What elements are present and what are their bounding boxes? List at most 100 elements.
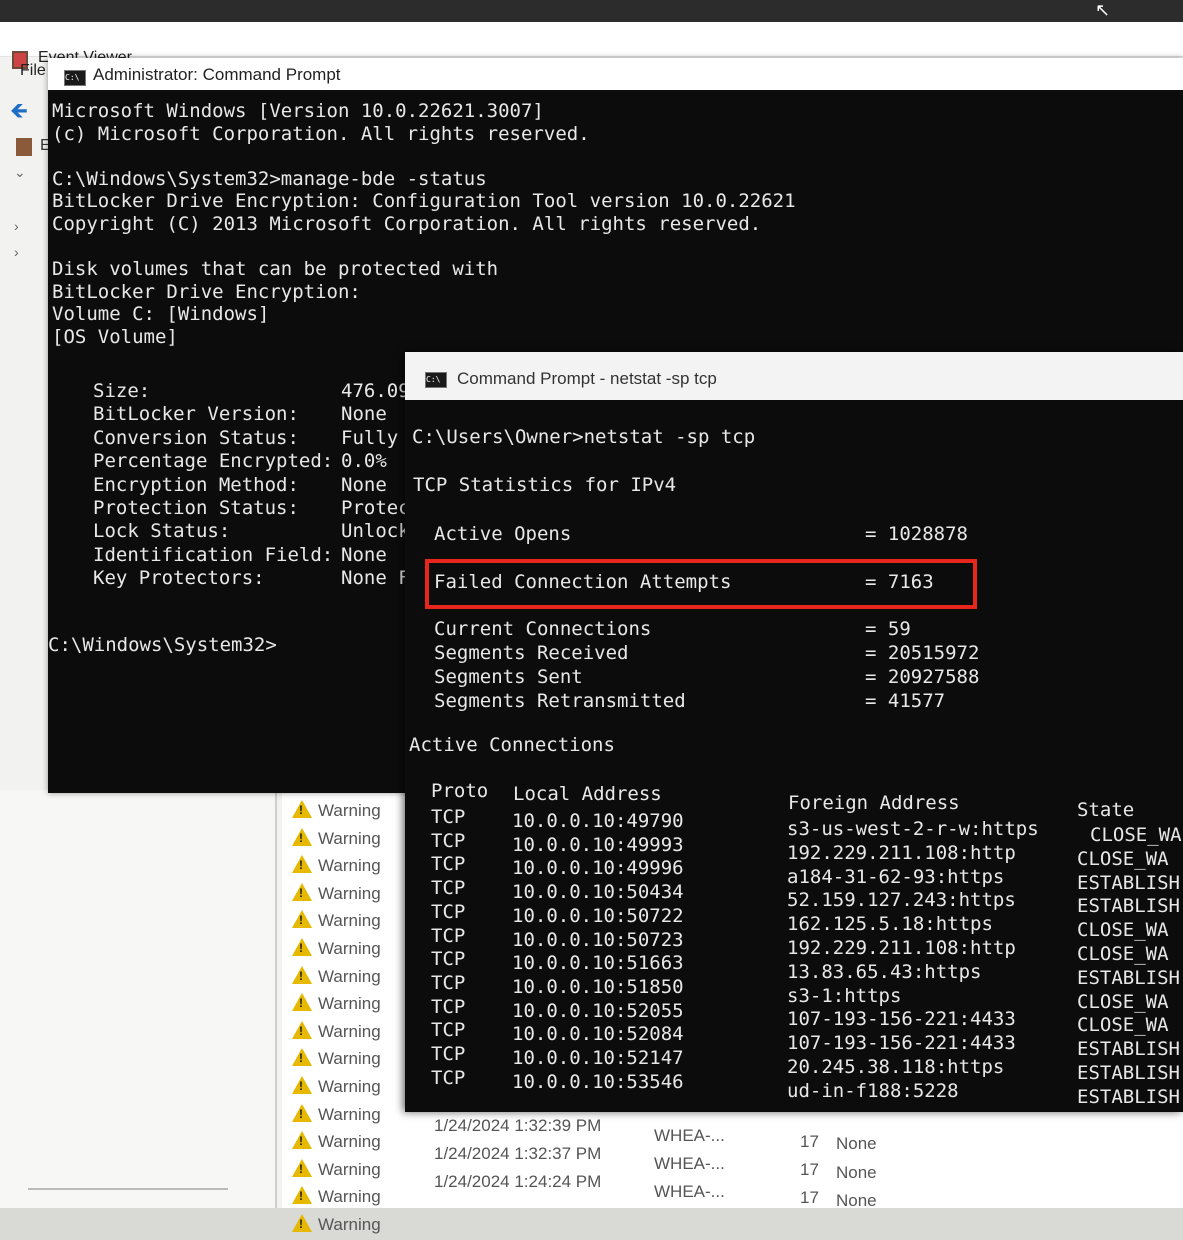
chevron-down-icon[interactable]: ⌄: [14, 164, 26, 181]
connection-proto: TCP: [431, 995, 466, 1018]
netstat-cmd-title: Command Prompt - netstat -sp tcp: [457, 369, 717, 388]
admin-console-line: Disk volumes that can be protected with: [52, 258, 499, 281]
admin-prompt[interactable]: C:\Windows\System32>: [48, 634, 277, 656]
stat-label: Current Connections: [434, 618, 652, 640]
warning-row[interactable]: Warning: [292, 1131, 381, 1157]
back-arrow-icon[interactable]: 🡸: [10, 94, 28, 132]
event-viewer-left-pane: [0, 790, 277, 1208]
connection-proto: TCP: [431, 1019, 466, 1042]
event-date: 1/24/2024 1:32:37 PM: [434, 1144, 602, 1163]
connection-proto: TCP: [431, 971, 466, 994]
connection-foreign: a184-31-62-93:https: [787, 865, 1005, 888]
warning-row[interactable]: Warning: [292, 1214, 381, 1240]
status-label: Key Protectors:: [93, 567, 265, 590]
warning-icon: [292, 1214, 312, 1232]
status-label: Encryption Method:: [93, 473, 299, 496]
connection-local: 10.0.0.10:52147: [512, 1047, 684, 1069]
connection-local: 10.0.0.10:49790: [512, 810, 684, 832]
warning-row[interactable]: Warning: [292, 882, 381, 909]
warning-row[interactable]: Warning: [292, 800, 381, 826]
warning-row[interactable]: Warning: [292, 1076, 381, 1102]
status-label: Protection Status:: [93, 497, 299, 519]
warning-icon: [292, 855, 312, 874]
connection-state: CLOSE_WA: [1077, 1014, 1169, 1037]
pane-scrollbar[interactable]: [28, 1188, 228, 1190]
status-value: None: [341, 543, 387, 566]
tcp-stats-header: TCP Statistics for IPv4: [413, 474, 677, 496]
warning-level: Warning: [318, 1215, 381, 1234]
netstat-cmd-titlebar[interactable]: C:\ Command Prompt - netstat -sp tcp: [405, 352, 1183, 400]
connection-local: 10.0.0.10:51850: [512, 975, 684, 998]
event-id: 17: [800, 1188, 819, 1207]
warning-level: Warning: [318, 911, 381, 931]
status-value: None: [341, 473, 387, 496]
chevron-right-icon[interactable]: ›: [14, 244, 19, 260]
warning-row[interactable]: Warning: [292, 827, 381, 854]
warning-icon: [292, 882, 312, 901]
connection-proto: TCP: [431, 924, 466, 947]
warning-row[interactable]: Warning: [292, 1186, 381, 1212]
warning-row[interactable]: Warning: [292, 855, 381, 881]
status-value: None: [341, 403, 387, 426]
warning-level: Warning: [318, 883, 381, 903]
connection-state: ESTABLISH: [1077, 966, 1180, 989]
warning-level: Warning: [318, 1077, 381, 1096]
menu-file[interactable]: File: [20, 62, 46, 80]
warning-row[interactable]: Warning: [292, 1048, 381, 1074]
warning-level: Warning: [318, 966, 381, 986]
connection-state: ESTABLISH: [1077, 895, 1180, 918]
warning-level: Warning: [318, 1132, 381, 1152]
warning-icon: [292, 910, 312, 929]
connection-state: ESTABLISH: [1077, 1038, 1180, 1061]
connection-foreign: s3-us-west-2-r-w:https: [787, 818, 1039, 840]
column-local-address: Local Address: [513, 783, 662, 805]
connection-proto: TCP: [431, 1043, 466, 1065]
event-date: 1/24/2024 1:24:24 PM: [434, 1172, 602, 1191]
connection-foreign: 192.229.211.108:http: [787, 841, 1016, 864]
warning-row[interactable]: Warning: [292, 1020, 381, 1047]
status-label: BitLocker Version:: [93, 403, 299, 426]
event-source: WHEA-...: [654, 1182, 725, 1201]
stat-value: = 20927588: [865, 666, 980, 688]
warning-row[interactable]: Warning: [292, 1103, 381, 1130]
status-label: Identification Field:: [93, 543, 334, 566]
admin-cmd-title: Administrator: Command Prompt: [93, 65, 341, 84]
admin-console-line: BitLocker Drive Encryption:: [52, 280, 361, 303]
event-source: WHEA-...: [654, 1154, 725, 1173]
connection-foreign: 162.125.5.18:https: [787, 913, 993, 936]
stat-value: = 20515972: [865, 642, 980, 664]
warning-row[interactable]: Warning: [292, 993, 381, 1019]
warning-row[interactable]: Warning: [292, 938, 381, 964]
stat-value: = 41577: [865, 690, 946, 712]
event-source: WHEA-...: [654, 1126, 725, 1145]
admin-cmd-titlebar[interactable]: C:\ Administrator: Command Prompt: [48, 58, 1183, 90]
warning-icon: [292, 1103, 312, 1122]
warning-row[interactable]: Warning: [292, 1158, 381, 1185]
connection-state: CLOSE_WA: [1077, 943, 1169, 965]
warning-level: Warning: [318, 1159, 381, 1179]
warning-icon: [292, 1076, 312, 1094]
connection-proto: TCP: [431, 806, 466, 828]
status-value: Fully: [341, 426, 399, 449]
connection-proto: TCP: [431, 900, 466, 923]
event-id: 17: [800, 1160, 819, 1179]
warning-icon: [292, 1020, 312, 1039]
warning-icon: [292, 993, 312, 1012]
event-viewer-titlebar[interactable]: Event Viewer: [0, 22, 1183, 69]
connection-state: CLOSE_WA: [1077, 847, 1169, 870]
chevron-right-icon[interactable]: ›: [14, 218, 19, 234]
connection-proto: TCP: [431, 1066, 466, 1089]
warning-level: Warning: [318, 828, 381, 848]
connection-state: ESTABLISH: [1077, 1085, 1180, 1108]
connection-foreign: ud-in-f188:5228: [787, 1079, 959, 1102]
desktop-strip: [0, 0, 1183, 22]
warning-row[interactable]: Warning: [292, 910, 381, 936]
warning-row[interactable]: Warning: [292, 965, 381, 992]
connection-proto: TCP: [431, 948, 466, 971]
stat-value: = 59: [865, 618, 911, 640]
warning-icon: [292, 827, 312, 846]
event-category: None: [836, 1163, 877, 1182]
connection-proto: TCP: [431, 853, 466, 876]
netstat-command-prompt-window[interactable]: C:\ Command Prompt - netstat -sp tcp C:\…: [405, 352, 1183, 1112]
admin-console-line: Volume C: [Windows]: [52, 303, 270, 326]
